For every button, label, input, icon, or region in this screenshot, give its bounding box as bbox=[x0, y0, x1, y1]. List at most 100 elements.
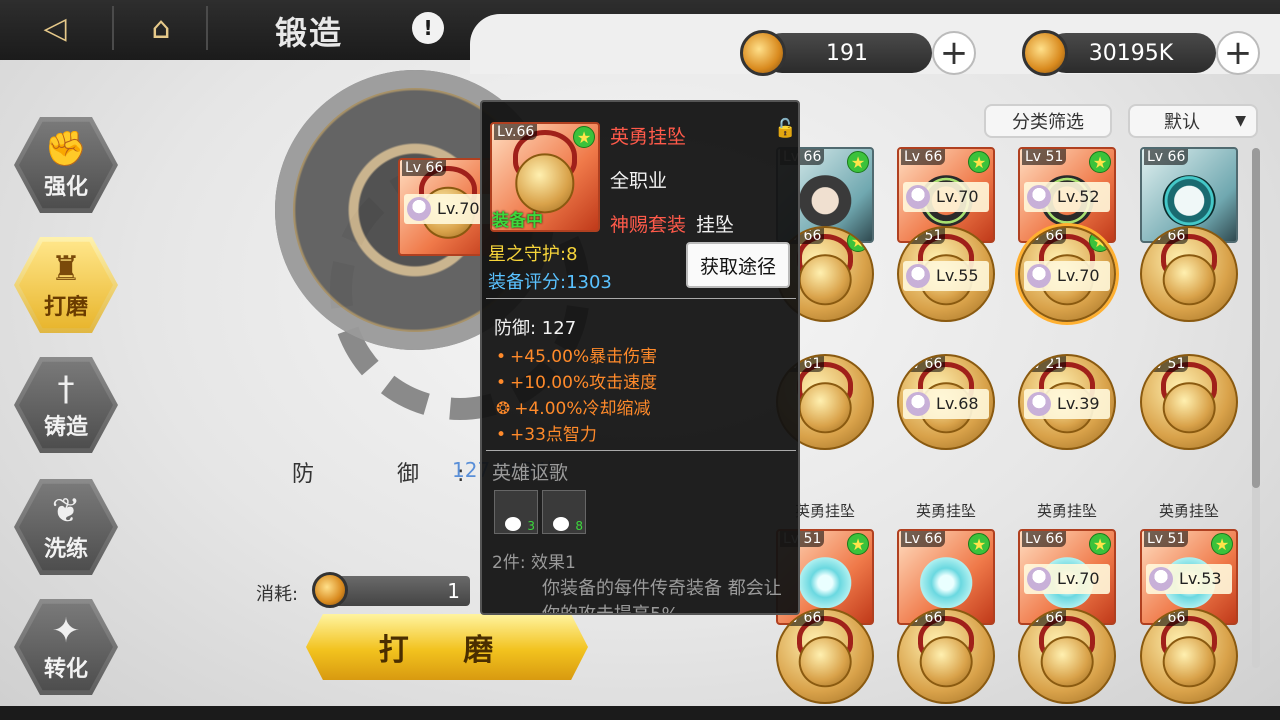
item-name: 英勇挂坠 bbox=[610, 126, 687, 148]
attribute-line: • +10.00%攻击速度 bbox=[496, 373, 658, 393]
scrollbar-thumb[interactable] bbox=[1252, 148, 1260, 488]
item-name: 英勇挂坠 bbox=[915, 502, 976, 520]
star-icon: ★ bbox=[847, 533, 869, 555]
item-icon: Lv 66 bbox=[1140, 608, 1238, 704]
add-gold-button[interactable]: + bbox=[1216, 31, 1260, 75]
home-button[interactable]: ⌂ bbox=[126, 0, 196, 56]
sort-dropdown[interactable]: 默认 ▼ bbox=[1128, 104, 1258, 138]
set-name: 英雄讴歌 bbox=[492, 462, 569, 484]
avatar bbox=[906, 391, 930, 416]
side-tab-strengthen[interactable]: ✊ 强化 bbox=[14, 115, 118, 215]
side-tab-wash[interactable]: ❦ 洗练 bbox=[14, 477, 118, 577]
star-icon: ★ bbox=[847, 230, 869, 252]
bottom-bar bbox=[0, 706, 1280, 720]
polish-stone-icon bbox=[312, 572, 348, 608]
page-title: 锻造 bbox=[275, 14, 344, 52]
attribute-line: • +33点智力 bbox=[496, 425, 597, 445]
item-name: 英勇挂坠 bbox=[1158, 502, 1219, 520]
avatar bbox=[1027, 391, 1051, 416]
grid-item[interactable]: Lv 66 Lv.68 英勇挂坠 bbox=[897, 354, 995, 521]
avatar bbox=[1149, 566, 1173, 591]
star-icon: ★ bbox=[1089, 533, 1111, 555]
attribute-line: • +45.00%暴击伤害 bbox=[496, 347, 658, 367]
item-icon: Lv 66 bbox=[1018, 608, 1116, 704]
item-icon: Lv 51 bbox=[1140, 354, 1238, 450]
owner-tag: Lv.70 bbox=[404, 193, 492, 224]
item-name: 英勇挂坠 bbox=[1036, 502, 1097, 520]
equipment-score: 装备评分:1303 bbox=[488, 272, 612, 293]
defense-stat: 防御: 127 bbox=[494, 318, 577, 339]
info-button[interactable]: ! bbox=[412, 12, 444, 44]
attribute-line: ❂ +4.00%冷却缩减 bbox=[496, 399, 651, 419]
avatar bbox=[1027, 566, 1051, 591]
owner-tag: Lv.53 bbox=[1146, 563, 1232, 594]
shuriken-icon: ✦ bbox=[51, 611, 81, 651]
polish-button[interactable]: 打 磨 bbox=[306, 614, 588, 680]
cooldown-icon: ❂ bbox=[496, 399, 511, 419]
wash-icon: ❦ bbox=[51, 491, 81, 531]
item-icon: Lv 66 bbox=[776, 608, 874, 704]
polish-stone-icon bbox=[740, 30, 786, 76]
side-tab-polish[interactable]: ♜ 打磨 bbox=[14, 235, 118, 335]
set-effect-title: 2件: 效果1 bbox=[492, 553, 576, 573]
owner-tag: Lv.55 bbox=[903, 260, 989, 291]
grid-item[interactable]: Lv 51 英勇挂坠 bbox=[1140, 354, 1238, 521]
divider bbox=[206, 6, 208, 50]
owner-tag: Lv.70 bbox=[1024, 260, 1110, 291]
sword-icon: † bbox=[57, 369, 75, 409]
avatar bbox=[906, 184, 930, 209]
avatar bbox=[1027, 263, 1051, 288]
home-icon: ⌂ bbox=[151, 10, 171, 46]
owner-tag: Lv.70 bbox=[1024, 563, 1110, 594]
set-effect-desc: 你装备的每件传奇装备 都会让你的攻击提高5% bbox=[542, 578, 782, 615]
item-icon: Lv 66 bbox=[1140, 226, 1238, 322]
equipped-badge: 装备中 bbox=[492, 211, 543, 231]
set-slot-necklace: 3 bbox=[494, 490, 538, 534]
get-source-button[interactable]: 获取途径 bbox=[686, 242, 790, 288]
item-icon: Lv 66 ★ Lv.70 bbox=[1018, 226, 1116, 322]
grid-item[interactable]: Lv 21 Lv.39 英勇挂坠 bbox=[1018, 354, 1116, 521]
polish-icon: ♜ bbox=[50, 249, 82, 289]
divider bbox=[486, 298, 796, 299]
back-arrow-icon: ◁ bbox=[43, 10, 67, 46]
owner-tag: Lv.52 bbox=[1024, 181, 1110, 212]
set-slot-armor: 8 bbox=[542, 490, 586, 534]
item-icon: Lv 51 Lv.55 bbox=[897, 226, 995, 322]
cost-label: 消耗: bbox=[256, 584, 299, 605]
owner-tag: Lv.70 bbox=[903, 181, 989, 212]
item-class: 全职业 bbox=[610, 170, 668, 192]
star-icon: ★ bbox=[847, 151, 869, 173]
item-set: 神赐套装 挂坠 bbox=[610, 214, 735, 236]
star-icon: ★ bbox=[573, 126, 595, 148]
avatar bbox=[906, 263, 930, 288]
side-tab-cast[interactable]: † 铸造 bbox=[14, 355, 118, 455]
unlock-icon[interactable]: 🔓 bbox=[774, 118, 796, 140]
currency-stone-amount: 191 bbox=[762, 33, 932, 73]
currency-gold-amount: 30195K bbox=[1046, 33, 1216, 73]
back-button[interactable]: ◁ bbox=[20, 0, 90, 56]
star-icon: ★ bbox=[968, 151, 990, 173]
cost-amount: 1 bbox=[330, 576, 470, 606]
avatar bbox=[407, 196, 431, 221]
item-icon: Lv 66 bbox=[897, 608, 995, 704]
item-tooltip: Lv.66 ★ 装备中 🔓 英勇挂坠 全职业 神赐套装 挂坠 星之守护:8 装备评… bbox=[480, 100, 800, 615]
star-icon: ★ bbox=[1211, 533, 1233, 555]
gold-coin-icon bbox=[1022, 30, 1068, 76]
category-filter-button[interactable]: 分类筛选 bbox=[984, 104, 1112, 138]
star-icon: ★ bbox=[1089, 151, 1111, 173]
fist-icon: ✊ bbox=[44, 129, 88, 169]
chevron-down-icon: ▼ bbox=[1235, 113, 1246, 129]
side-tab-convert[interactable]: ✦ 转化 bbox=[14, 597, 118, 697]
star-icon: ★ bbox=[968, 533, 990, 555]
item-icon: Lv 66 Lv.68 bbox=[897, 354, 995, 450]
star-icon: ★ bbox=[1089, 230, 1111, 252]
star-guard: 星之守护:8 bbox=[488, 244, 578, 265]
exclamation-icon: ! bbox=[423, 16, 433, 40]
divider bbox=[112, 6, 114, 50]
divider bbox=[486, 450, 796, 451]
item-icon: Lv 21 Lv.39 bbox=[1018, 354, 1116, 450]
owner-tag: Lv.39 bbox=[1024, 388, 1110, 419]
add-stone-button[interactable]: + bbox=[932, 31, 976, 75]
owner-tag: Lv.68 bbox=[903, 388, 989, 419]
avatar bbox=[1027, 184, 1051, 209]
